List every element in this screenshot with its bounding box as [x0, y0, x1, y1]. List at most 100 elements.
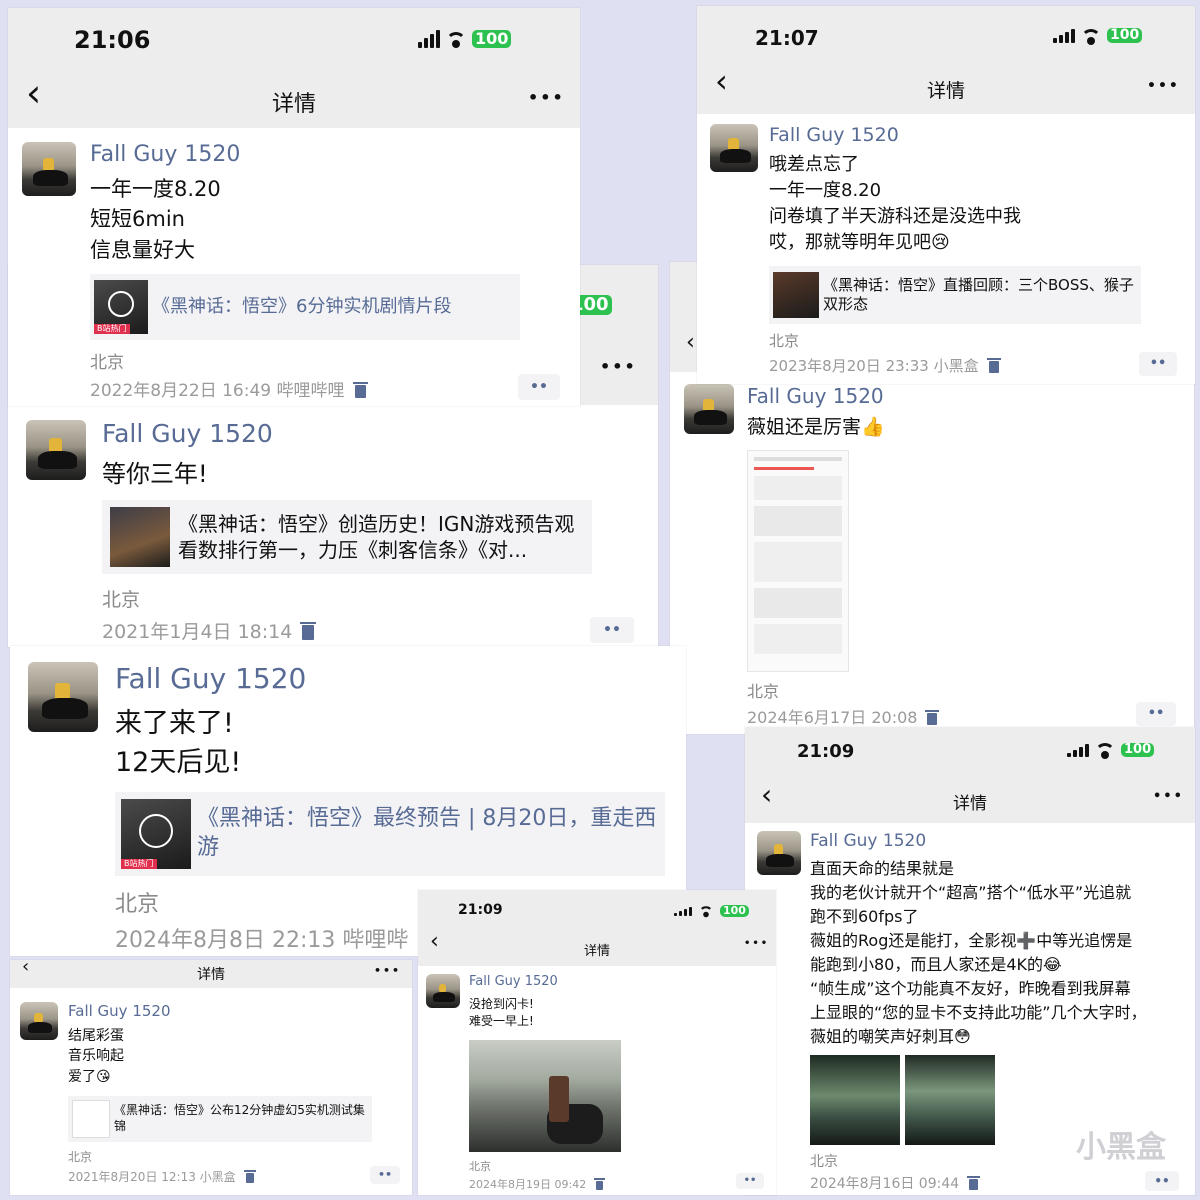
author-name[interactable]: Fall Guy 1520 [102, 419, 273, 448]
post-text: 结尾彩蛋 音乐响起 爱了😘 [68, 1026, 124, 1087]
avatar[interactable] [22, 142, 76, 196]
post-line: 爱了😘 [68, 1068, 111, 1085]
trash-icon[interactable] [925, 709, 940, 725]
avatar[interactable] [26, 420, 86, 480]
post-text: 薇姐还是厉害👍 [747, 414, 885, 442]
more-button[interactable]: ••• [1153, 789, 1184, 804]
shared-link[interactable]: B站热门 《黑神话：悟空》6分钟实机剧情片段 [90, 274, 520, 340]
post-line: 我的老伙计就开个“超高”搭个“低水平”光追就 [810, 883, 1132, 902]
moment-post: Fall Guy 1520 等你三年! 《黑神话：悟空》创造历史！IGN游戏预告… [8, 405, 658, 647]
status-icons: 100 [1053, 27, 1143, 45]
trash-icon[interactable] [243, 1169, 256, 1183]
post-text: 直面天命的结果就是 我的老伙计就开个“超高”搭个“低水平”光追就 跑不到60fp… [810, 857, 1147, 1049]
post-photo[interactable] [469, 1040, 621, 1152]
nav-title: 详情 [583, 944, 610, 959]
nav-bar-partial: ‹ 详情 ••• [10, 960, 412, 988]
link-title: 《黑神话：悟空》最终预告 | 8月20日，重走西游 [197, 806, 657, 860]
shared-link[interactable]: 《黑神话：悟空》直播回顾：三个BOSS、猴子双形态 [769, 266, 1141, 324]
trash-icon[interactable] [352, 381, 368, 398]
post-meta: 2022年8月22日 16:49 哔哩哔哩 [90, 376, 368, 401]
comment-dots-button[interactable]: •• [1139, 352, 1177, 376]
back-button[interactable]: ‹ [686, 330, 695, 355]
more-button[interactable]: ••• [744, 938, 769, 949]
link-title: 《黑神话：悟空》直播回顾：三个BOSS、猴子双形态 [823, 275, 1134, 314]
post-photo-1[interactable] [810, 1055, 900, 1145]
author-name[interactable]: Fall Guy 1520 [469, 974, 558, 989]
battery-badge: 100 [1121, 742, 1155, 758]
moment-post: Fall Guy 1520 没抢到闪卡! 难受一早上! 北京 2024年8月19… [418, 966, 776, 1195]
link-title: 《黑神话：悟空》6分钟实机剧情片段 [152, 296, 452, 318]
trash-icon[interactable] [986, 357, 1001, 373]
comment-dots-button[interactable]: •• [1145, 1171, 1179, 1191]
post-text: 没抢到闪卡! 难受一早上! [469, 996, 534, 1031]
author-name[interactable]: Fall Guy 1520 [68, 1002, 171, 1020]
nav-title: 详情 [197, 967, 225, 983]
author-name[interactable]: Fall Guy 1520 [115, 662, 306, 695]
post-text: 来了来了! 12天后见! [115, 704, 241, 782]
post-line: 来了来了! [115, 708, 234, 739]
signal-icon [1067, 743, 1089, 757]
nav-title: 详情 [271, 92, 316, 117]
nav-title: 详情 [926, 80, 965, 102]
post-location: 北京 [68, 1150, 93, 1164]
more-button[interactable]: ••• [528, 88, 565, 107]
avatar[interactable] [426, 974, 460, 1008]
trash-icon[interactable] [300, 622, 317, 640]
trash-icon[interactable] [594, 1177, 606, 1190]
avatar[interactable] [710, 124, 758, 172]
status-icons: 100 [674, 904, 749, 918]
link-thumbnail [110, 507, 170, 567]
post-text: 等你三年! [102, 457, 208, 492]
moment-card-1: 21:06 100 ‹ 详情 ••• Fall Guy 1520 一年一度8.2… [8, 8, 580, 406]
post-location: 北京 [90, 353, 124, 373]
author-name[interactable]: Fall Guy 1520 [769, 124, 899, 146]
status-time: 21:07 [755, 26, 819, 50]
status-time: 21:06 [74, 26, 151, 54]
wifi-icon [1081, 28, 1101, 45]
avatar[interactable] [684, 384, 734, 434]
more-button[interactable]: ••• [600, 357, 637, 376]
shared-link[interactable]: 《黑神话：悟空》公布12分钟虚幻5实机测试集锦 [68, 1096, 372, 1142]
post-photo-2[interactable] [905, 1055, 995, 1145]
moment-post: Fall Guy 1520 一年一度8.20 短短6min 信息量好大 B站热门… [8, 128, 580, 406]
post-line: 薇姐的Rog还是能打，全影视➕中等光追愣是 [810, 931, 1133, 950]
avatar[interactable] [757, 831, 801, 875]
author-name[interactable]: Fall Guy 1520 [90, 142, 240, 167]
author-name[interactable]: Fall Guy 1520 [747, 384, 884, 408]
comment-dots-button[interactable]: •• [518, 374, 560, 400]
post-meta: 2024年8月19日 09:42 [469, 1176, 606, 1192]
wifi-icon [1095, 743, 1115, 760]
nav-bar: 21:07 100 ‹ 详情 ••• [697, 6, 1195, 114]
post-screenshot-image[interactable] [747, 450, 849, 672]
status-icons: 100 [1067, 742, 1155, 760]
post-text: 一年一度8.20 短短6min 信息量好大 [90, 174, 221, 265]
link-title: 《黑神话：悟空》公布12分钟虚幻5实机测试集锦 [114, 1103, 365, 1133]
more-button[interactable]: ••• [1147, 78, 1180, 94]
shared-link[interactable]: 《黑神话：悟空》创造历史！IGN游戏预告观看数排行第一，力压《刺客信条》《对..… [102, 500, 592, 574]
more-button[interactable]: ••• [374, 964, 401, 977]
shared-link[interactable]: B站热门 《黑神话：悟空》最终预告 | 8月20日，重走西游 [115, 792, 665, 876]
comment-dots-button[interactable]: •• [1136, 702, 1176, 726]
post-meta: 2021年1月4日 18:14 [102, 617, 317, 644]
post-line: “帧生成”这个功能真不友好，昨晚看到我屏幕 [810, 979, 1131, 998]
comment-dots-button[interactable]: •• [736, 1173, 764, 1189]
post-line: 跑不到60fps了 [810, 907, 919, 926]
status-time: 21:09 [458, 902, 503, 918]
post-line: 一年一度8.20 [769, 180, 882, 202]
avatar[interactable] [20, 1002, 58, 1040]
comment-dots-button[interactable]: •• [370, 1166, 400, 1184]
post-timestamp: 2024年8月8日 22:13 哔哩哔 [115, 928, 409, 953]
post-text: 哦差点忘了 一年一度8.20 问卷填了半天游科还是没选中我 哎，那就等明年见吧😢 [769, 152, 1021, 256]
link-title: 《黑神话：悟空》创造历史！IGN游戏预告观看数排行第一，力压《刺客信条》《对..… [178, 512, 575, 562]
trash-icon[interactable] [967, 1175, 981, 1190]
post-meta: 2023年8月20日 23:33 小黑盒 [769, 355, 1001, 376]
avatar[interactable] [28, 662, 98, 732]
comment-dots-button[interactable]: •• [590, 617, 634, 643]
post-timestamp: 2024年8月19日 09:42 [469, 1178, 587, 1191]
post-line: 薇姐还是厉害👍 [747, 416, 885, 438]
post-timestamp: 2021年8月20日 12:13 小黑盒 [68, 1170, 236, 1184]
author-name[interactable]: Fall Guy 1520 [810, 831, 926, 851]
post-line: 薇姐的嘲笑声好刺耳😳 [810, 1027, 971, 1046]
post-location: 北京 [115, 892, 160, 917]
moment-post: Fall Guy 1520 哦差点忘了 一年一度8.20 问卷填了半天游科还是没… [697, 114, 1195, 384]
